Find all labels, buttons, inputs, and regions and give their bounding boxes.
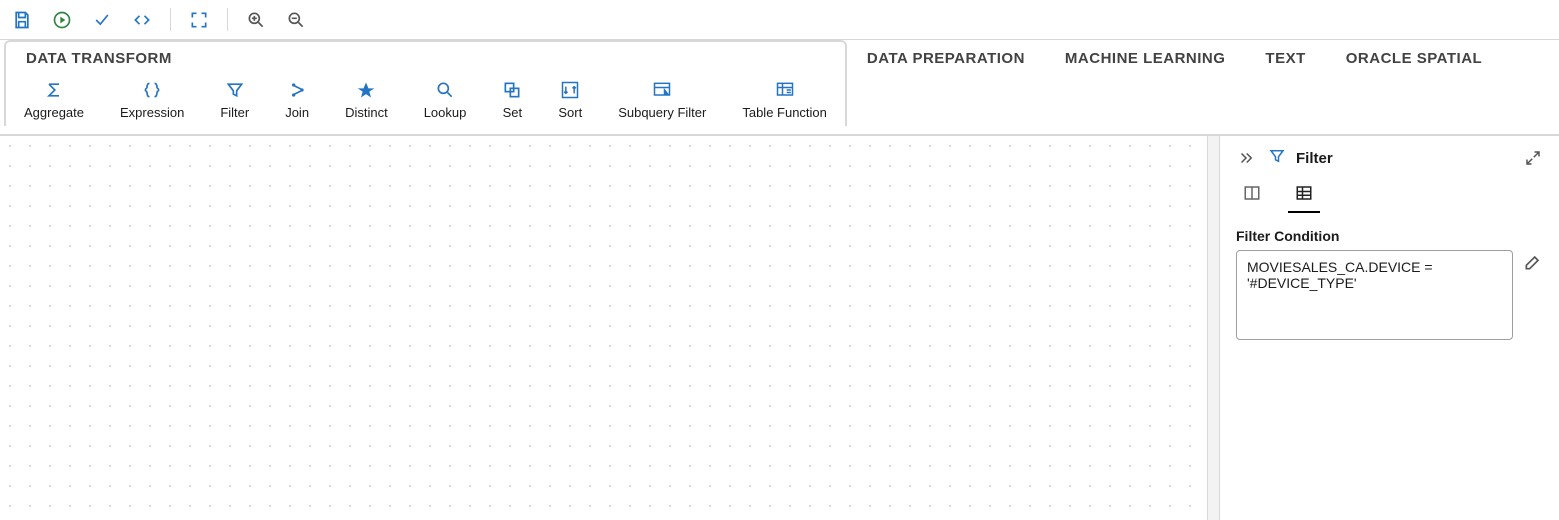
main-layout: MOVIESALES_CAFilterMY_MOVIE_TXN Filter [0, 136, 1559, 520]
run-button[interactable] [50, 8, 74, 32]
search-icon [435, 79, 455, 101]
pencil-icon [1523, 252, 1543, 272]
palette-item-label: Join [285, 105, 309, 120]
filter-condition-label: Filter Condition [1236, 228, 1543, 244]
palette-item-label: Subquery Filter [618, 105, 706, 120]
zoom-in-icon [246, 10, 266, 30]
expand-arrows-icon [189, 10, 209, 30]
side-panel: Filter Filter Condition MOVIESALES_CA.DE… [1219, 136, 1559, 520]
palette-item-aggregate[interactable]: Aggregate [6, 75, 102, 126]
palette-item-distinct[interactable]: Distinct [327, 75, 406, 126]
canvas-scrollbar[interactable] [1207, 136, 1219, 520]
palette-item-label: Lookup [424, 105, 467, 120]
zoom-out-button[interactable] [284, 8, 308, 32]
palette-item-label: Aggregate [24, 105, 84, 120]
toolbar [0, 0, 1559, 40]
toolbar-group-file [10, 8, 154, 32]
tab-label-data-transform: DATA TRANSFORM [6, 42, 845, 75]
code-icon [131, 10, 153, 30]
palette-item-label: Sort [558, 105, 582, 120]
canvas[interactable]: MOVIESALES_CAFilterMY_MOVIE_TXN [0, 136, 1207, 520]
funnel-icon [225, 79, 245, 101]
toolbar-separator [227, 8, 228, 31]
ribbon: DATA TRANSFORM Aggregate Expression Filter… [0, 40, 1559, 136]
palette-item-label: Set [503, 105, 523, 120]
palette-item-filter[interactable]: Filter [202, 75, 267, 126]
palette-item-subquery[interactable]: Subquery Filter [600, 75, 724, 126]
tab-oracle-spatial[interactable]: ORACLE SPATIAL [1326, 40, 1502, 75]
side-tab-preview[interactable] [1288, 178, 1320, 213]
zoom-out-icon [286, 10, 306, 30]
validate-button[interactable] [90, 8, 114, 32]
edit-condition-button[interactable] [1523, 250, 1543, 274]
palette-item-label: Expression [120, 105, 184, 120]
palette-item-join[interactable]: Join [267, 75, 327, 126]
toolbar-separator [170, 8, 171, 31]
palette-item-label: Filter [220, 105, 249, 120]
palette-item-label: Table Function [742, 105, 827, 120]
filter-icon [1268, 147, 1286, 169]
save-icon [12, 10, 32, 30]
tab-data-preparation[interactable]: DATA PREPARATION [847, 40, 1045, 75]
side-panel-body: Filter Condition MOVIESALES_CA.DEVICE = … [1220, 214, 1559, 354]
filter-condition-field[interactable]: MOVIESALES_CA.DEVICE = '#DEVICE_TYPE' [1236, 250, 1513, 340]
toolbar-group-zoom [244, 8, 308, 32]
side-panel-title: Filter [1296, 150, 1333, 167]
tab-data-transform[interactable]: DATA TRANSFORM Aggregate Expression Filter… [4, 40, 847, 126]
palette-item-set[interactable]: Set [484, 75, 540, 126]
tab-machine-learning[interactable]: MACHINE LEARNING [1045, 40, 1246, 75]
braces-icon [142, 79, 162, 101]
expand-panel-button[interactable] [1521, 146, 1545, 170]
palette-item-label: Distinct [345, 105, 388, 120]
tabstrip: DATA TRANSFORM Aggregate Expression Filter… [0, 40, 1559, 134]
palette: Aggregate Expression Filter Join Distinct Loo… [6, 75, 845, 126]
set-icon [502, 79, 522, 101]
palette-item-expression[interactable]: Expression [102, 75, 202, 126]
subquery-icon [652, 79, 672, 101]
expand-icon [1524, 149, 1542, 167]
collapse-panel-button[interactable] [1234, 146, 1258, 170]
fit-button[interactable] [187, 8, 211, 32]
sort-icon [560, 79, 580, 101]
toolbar-group-layout [187, 8, 211, 32]
side-panel-header: Filter [1220, 136, 1559, 178]
side-tab-columns[interactable] [1236, 178, 1268, 213]
save-button[interactable] [10, 8, 34, 32]
flow-svg: MOVIESALES_CAFilterMY_MOVIE_TXN [0, 136, 300, 286]
palette-item-lookup[interactable]: Lookup [406, 75, 485, 126]
code-button[interactable] [130, 8, 154, 32]
columns-icon [1242, 184, 1262, 202]
side-panel-tabs [1220, 178, 1559, 214]
star-icon [356, 79, 376, 101]
tab-text[interactable]: TEXT [1245, 40, 1325, 75]
check-icon [92, 10, 112, 30]
palette-item-tablefn[interactable]: Table Function [724, 75, 845, 126]
join-icon [287, 79, 307, 101]
sigma-icon [44, 79, 64, 101]
chevron-double-right-icon [1237, 149, 1255, 167]
grid-icon [1294, 184, 1314, 202]
tablefn-icon [775, 79, 795, 101]
palette-item-sort[interactable]: Sort [540, 75, 600, 126]
play-icon [52, 10, 72, 30]
zoom-in-button[interactable] [244, 8, 268, 32]
